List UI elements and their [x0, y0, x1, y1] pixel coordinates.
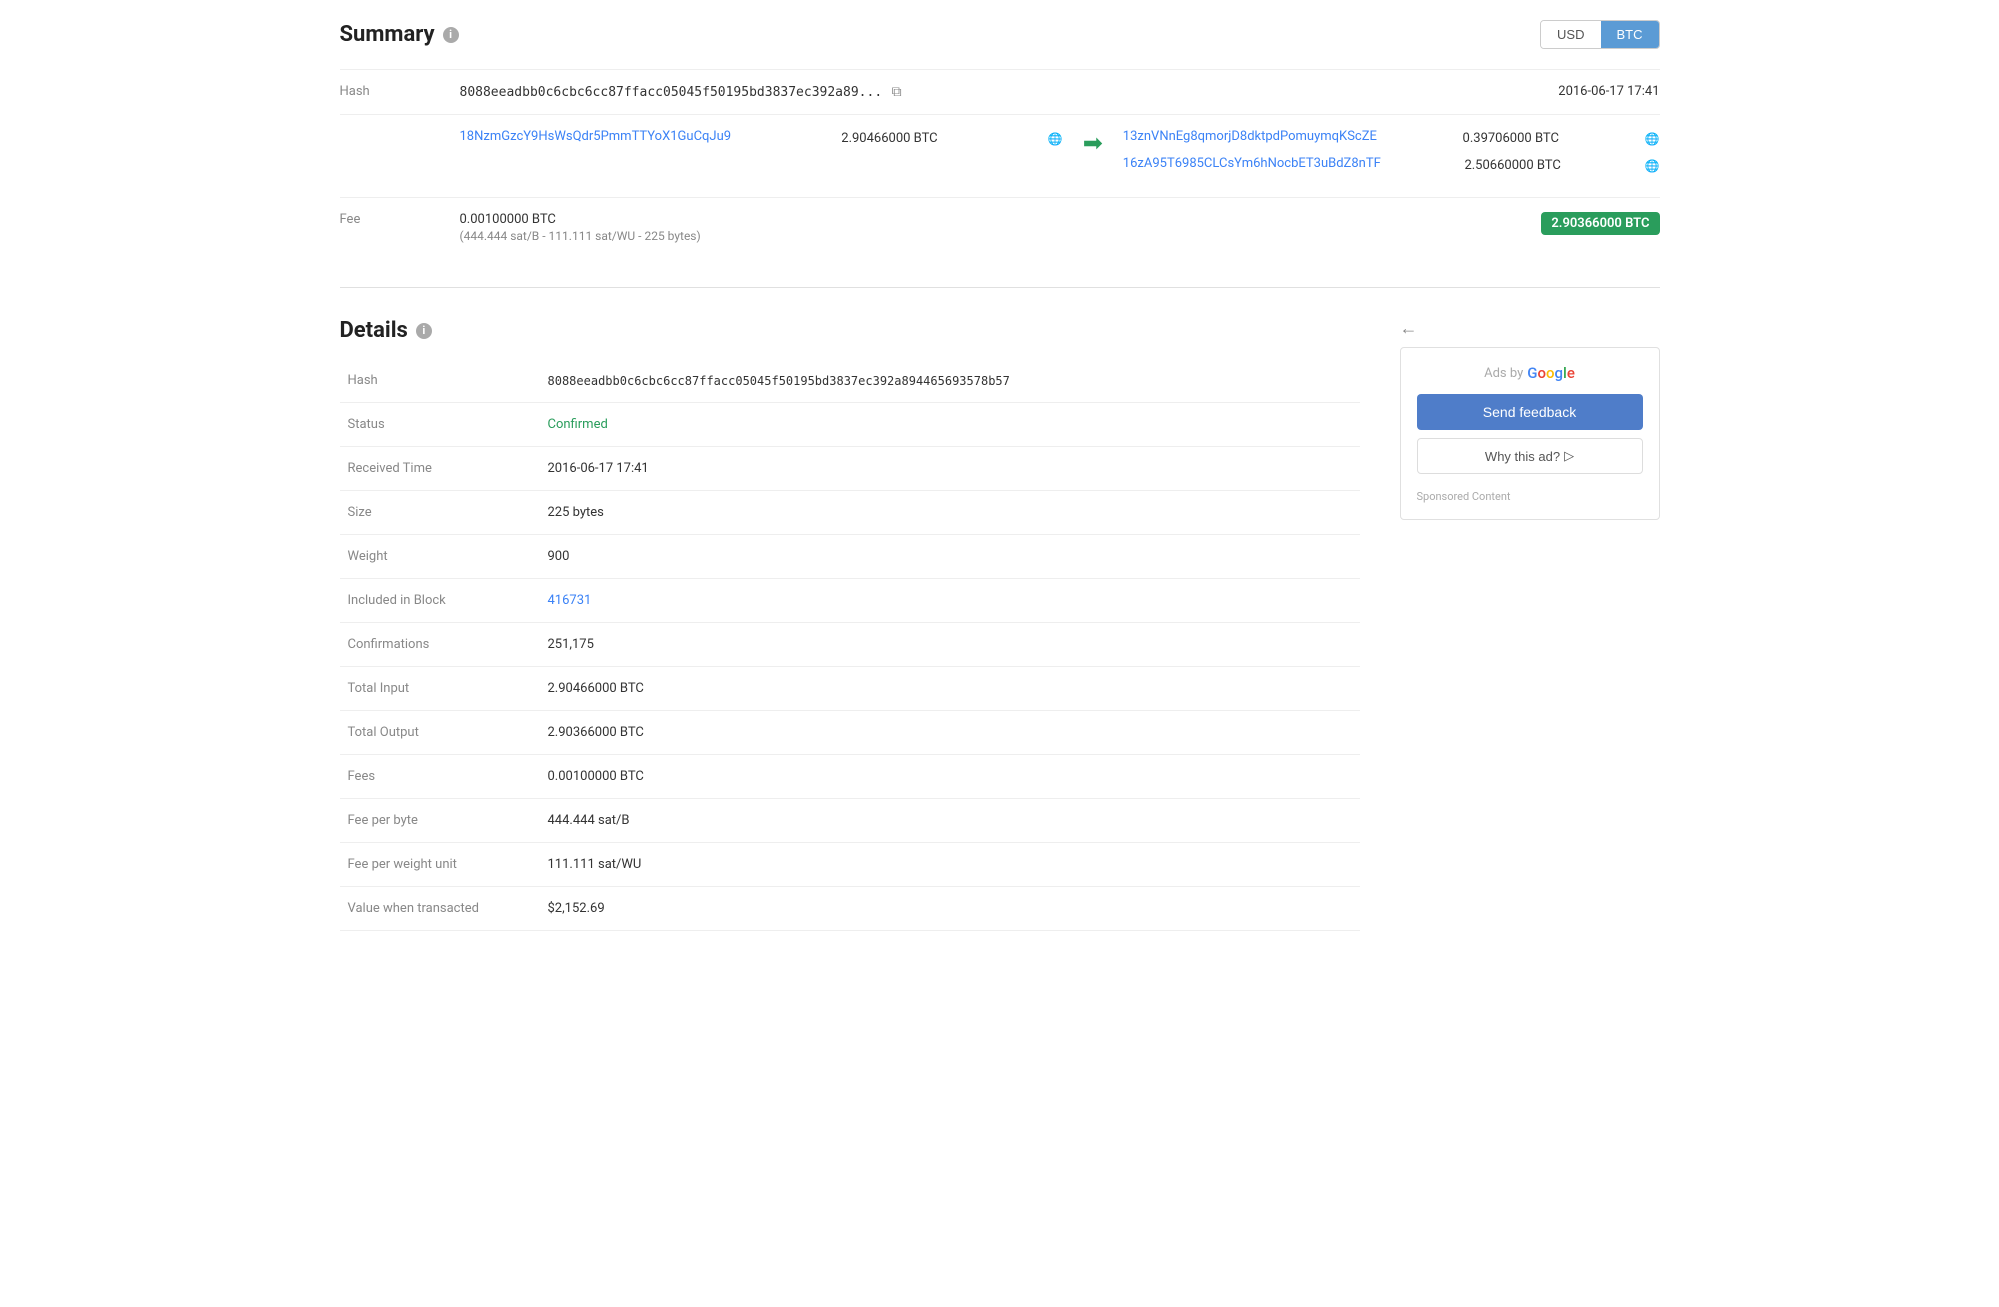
main-content: Details i Hash8088eeadbb0c6cbc6cc87ffacc… [340, 318, 1660, 931]
why-ad-icon: ▷ [1564, 448, 1574, 464]
detail-value: 444.444 sat/B [540, 799, 1360, 843]
ads-panel: Ads by Google Send feedback Why this ad?… [1400, 347, 1660, 520]
details-row: Weight900 [340, 535, 1360, 579]
usd-button[interactable]: USD [1541, 21, 1600, 48]
back-arrow[interactable]: ← [1400, 318, 1660, 339]
details-row: Hash8088eeadbb0c6cbc6cc87ffacc05045f5019… [340, 359, 1360, 403]
input-address[interactable]: 18NzmGzcY9HsWsQdr5PmmTTYoX1GuCqJu9 [460, 129, 732, 144]
copy-icon[interactable]: ⧉ [892, 84, 902, 100]
summary-hash-row: Hash 8088eeadbb0c6cbc6cc87ffacc05045f501… [340, 70, 1660, 115]
detail-label: Size [340, 491, 540, 535]
output-amount-1: 0.39706000 BTC [1463, 131, 1559, 146]
details-title: Details i [340, 318, 1360, 343]
detail-label: Fees [340, 755, 540, 799]
summary-title: Summary i [340, 22, 459, 47]
details-table: Hash8088eeadbb0c6cbc6cc87ffacc05045f5019… [340, 359, 1360, 931]
ads-by-label: Ads by [1484, 366, 1523, 381]
total-output-badge: 2.90366000 BTC [1541, 212, 1659, 235]
fee-value-cell: 0.00100000 BTC (444.444 sat/B - 111.111 … [460, 198, 1063, 258]
why-this-ad-button[interactable]: Why this ad? ▷ [1417, 438, 1643, 474]
fee-value: 0.00100000 BTC [460, 212, 1063, 227]
details-row: StatusConfirmed [340, 403, 1360, 447]
details-info-icon[interactable]: i [416, 323, 432, 339]
inputs-label [340, 115, 460, 198]
sidebar-section: ← Ads by Google Send feedback Why this a… [1400, 318, 1660, 931]
detail-value: Confirmed [540, 403, 1360, 447]
detail-value: 225 bytes [540, 491, 1360, 535]
detail-label: Included in Block [340, 579, 540, 623]
total-output-cell: 2.90366000 BTC [1123, 198, 1660, 258]
currency-toggle: USD BTC [1540, 20, 1659, 49]
summary-table: Hash 8088eeadbb0c6cbc6cc87ffacc05045f501… [340, 69, 1660, 257]
btc-button[interactable]: BTC [1601, 21, 1659, 48]
section-divider [340, 287, 1660, 288]
ads-by-google: Ads by Google [1417, 364, 1643, 382]
output-amount-2: 2.50660000 BTC [1464, 158, 1560, 173]
details-row: Total Output2.90366000 BTC [340, 711, 1360, 755]
tx-flow-row: 18NzmGzcY9HsWsQdr5PmmTTYoX1GuCqJu9 2.904… [340, 115, 1660, 198]
globe-icon-output-1: 🌐 [1645, 132, 1660, 146]
sponsored-label: Sponsored Content [1417, 490, 1643, 503]
detail-value: 2.90466000 BTC [540, 667, 1360, 711]
detail-label: Value when transacted [340, 887, 540, 931]
detail-label: Status [340, 403, 540, 447]
details-row: Fee per weight unit111.111 sat/WU [340, 843, 1360, 887]
send-feedback-button[interactable]: Send feedback [1417, 394, 1643, 430]
detail-value: 2.90366000 BTC [540, 711, 1360, 755]
detail-label: Total Output [340, 711, 540, 755]
fee-row: Fee 0.00100000 BTC (444.444 sat/B - 111.… [340, 198, 1660, 258]
detail-value: 251,175 [540, 623, 1360, 667]
detail-value: 0.00100000 BTC [540, 755, 1360, 799]
detail-value: 8088eeadbb0c6cbc6cc87ffacc05045f50195bd3… [540, 359, 1360, 403]
google-logo: Google [1527, 364, 1575, 382]
output-address-2[interactable]: 16zA95T6985CLCsYm6hNocbET3uBdZ8nTF [1123, 156, 1381, 171]
details-row: Received Time2016-06-17 17:41 [340, 447, 1360, 491]
details-row: Value when transacted$2,152.69 [340, 887, 1360, 931]
fee-label: Fee [340, 198, 460, 258]
tx-outputs-cell: 13znVNnEg8qmorjD8dktpdPomuymqKScZE 0.397… [1123, 115, 1660, 198]
detail-value: $2,152.69 [540, 887, 1360, 931]
globe-icon-input: 🌐 [1048, 132, 1063, 146]
detail-label: Hash [340, 359, 540, 403]
details-section: Details i Hash8088eeadbb0c6cbc6cc87ffacc… [340, 318, 1360, 931]
why-ad-label: Why this ad? [1485, 449, 1560, 464]
hash-text: 8088eeadbb0c6cbc6cc87ffacc05045f50195bd3… [460, 85, 883, 100]
detail-label: Confirmations [340, 623, 540, 667]
detail-value: 111.111 sat/WU [540, 843, 1360, 887]
details-row: Fee per byte444.444 sat/B [340, 799, 1360, 843]
hash-value-cell: 8088eeadbb0c6cbc6cc87ffacc05045f50195bd3… [460, 70, 1063, 115]
hash-label: Hash [340, 70, 460, 115]
input-amount: 2.90466000 BTC [841, 131, 937, 146]
details-row: Confirmations251,175 [340, 623, 1360, 667]
tx-arrow-icon: ➡ [1083, 129, 1103, 157]
detail-value: 900 [540, 535, 1360, 579]
details-row: Included in Block416731 [340, 579, 1360, 623]
details-row: Fees0.00100000 BTC [340, 755, 1360, 799]
details-row: Total Input2.90466000 BTC [340, 667, 1360, 711]
fee-detail: (444.444 sat/B - 111.111 sat/WU - 225 by… [460, 229, 1063, 243]
tx-inputs-cell: 18NzmGzcY9HsWsQdr5PmmTTYoX1GuCqJu9 2.904… [460, 115, 1063, 198]
summary-info-icon[interactable]: i [443, 27, 459, 43]
timestamp: 2016-06-17 17:41 [1123, 70, 1660, 115]
details-row: Size225 bytes [340, 491, 1360, 535]
detail-label: Received Time [340, 447, 540, 491]
detail-label: Fee per weight unit [340, 843, 540, 887]
output-address-1[interactable]: 13znVNnEg8qmorjD8dktpdPomuymqKScZE [1123, 129, 1377, 144]
detail-label: Fee per byte [340, 799, 540, 843]
detail-label: Total Input [340, 667, 540, 711]
globe-icon-output-2: 🌐 [1645, 159, 1660, 173]
detail-value[interactable]: 416731 [540, 579, 1360, 623]
detail-value: 2016-06-17 17:41 [540, 447, 1360, 491]
detail-label: Weight [340, 535, 540, 579]
